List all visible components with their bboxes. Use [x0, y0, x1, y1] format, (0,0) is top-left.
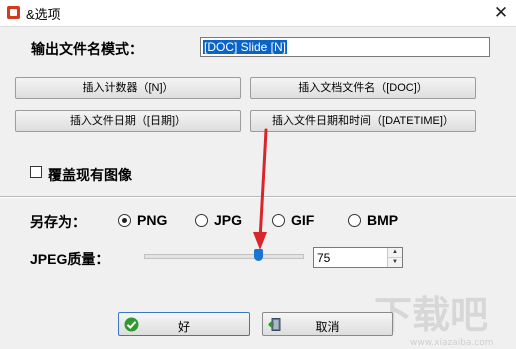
output-pattern-label: 输出文件名模式：	[31, 41, 143, 57]
overwrite-label: 覆盖现有图像	[48, 167, 132, 183]
insert-counter-button[interactable]: 插入计数器（[N]）	[15, 77, 241, 99]
radio-jpg-label: JPG	[214, 212, 243, 228]
insert-date-button[interactable]: 插入文件日期（[日期]）	[15, 110, 241, 132]
radio-png-circle[interactable]	[118, 214, 131, 227]
ok-button-label: 好	[177, 320, 190, 334]
jpeg-quality-spinbox[interactable]: 75 ▲ ▼	[313, 247, 403, 268]
insert-datetime-button[interactable]: 插入文件日期和时间（[DATETIME]）	[250, 110, 476, 132]
jpeg-quality-label: JPEG质量：	[30, 251, 110, 267]
jpeg-quality-value: 75	[317, 251, 331, 265]
spin-down-icon[interactable]: ▼	[388, 258, 402, 267]
cancel-button-label: 取消	[315, 320, 340, 334]
title-bar: &选项 ✕	[0, 0, 516, 27]
cancel-button[interactable]: 取消	[262, 312, 393, 336]
annotation-arrow	[253, 128, 268, 250]
output-pattern-value: [DOC] Slide [N]	[203, 40, 288, 54]
radio-jpg-circle[interactable]	[195, 214, 208, 227]
save-as-label: 另存为：	[30, 214, 86, 230]
window-title: &选项	[26, 7, 61, 22]
svg-text:www.xiazaiba.com: www.xiazaiba.com	[410, 338, 494, 348]
overwrite-checkbox[interactable]	[30, 166, 42, 178]
spin-buttons: ▲ ▼	[387, 248, 402, 267]
app-icon	[7, 6, 20, 19]
close-icon[interactable]: ✕	[486, 1, 516, 25]
radio-bmp-circle[interactable]	[348, 214, 361, 227]
output-pattern-input[interactable]: [DOC] Slide [N]	[200, 37, 490, 57]
radio-bmp-label: BMP	[367, 212, 399, 228]
spin-up-icon[interactable]: ▲	[388, 248, 402, 258]
radio-png-label: PNG	[137, 212, 168, 228]
insert-docname-button[interactable]: 插入文档文件名（[DOC]）	[250, 77, 476, 99]
ok-button[interactable]: 好	[118, 312, 250, 336]
radio-gif-label: GIF	[291, 212, 315, 228]
jpeg-quality-slider-track[interactable]	[144, 254, 304, 259]
